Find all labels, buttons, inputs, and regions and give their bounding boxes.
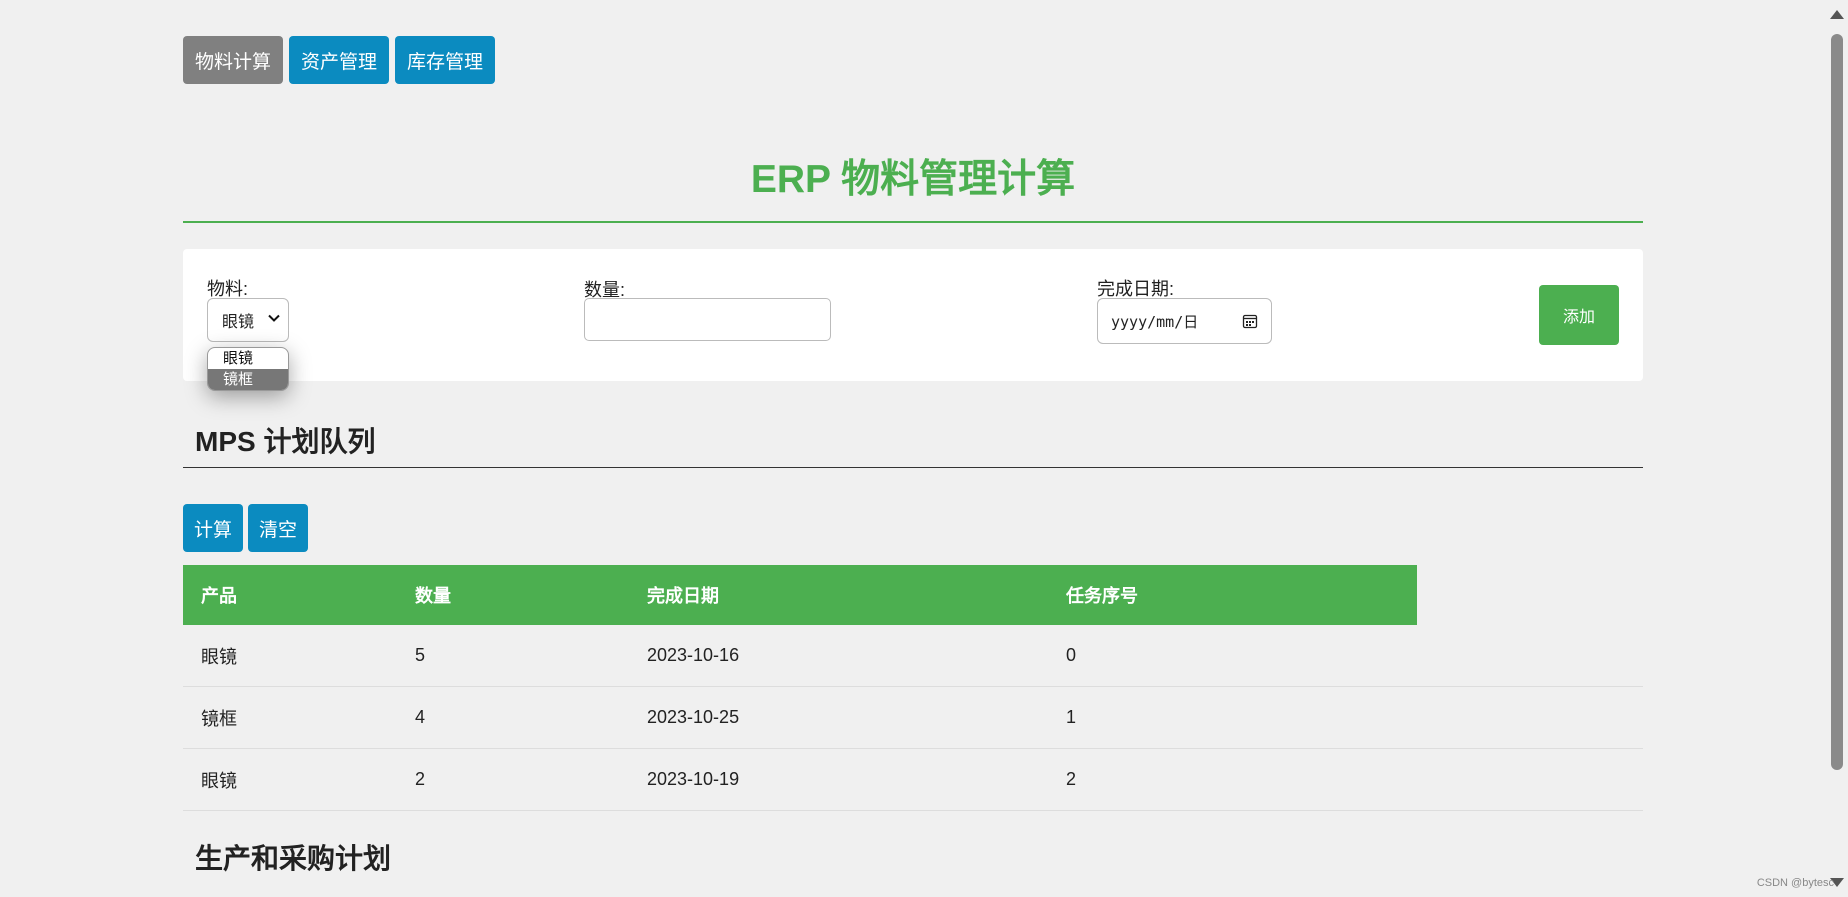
cell-task-id: 2 <box>1066 769 1077 789</box>
material-dropdown: 眼镜 镜框 <box>207 347 289 391</box>
cell-due-date: 2023-10-19 <box>647 769 740 789</box>
dropdown-option-frame[interactable]: 镜框 <box>208 369 288 390</box>
date-placeholder: yyyy/mm/日 <box>1111 312 1199 331</box>
mps-actions: 计算 清空 <box>183 504 309 552</box>
material-select[interactable]: 眼镜 <box>207 298 289 342</box>
calendar-icon[interactable] <box>1242 313 1258 329</box>
cell-due-date: 2023-10-16 <box>647 645 740 665</box>
header-product: 产品 <box>201 586 237 606</box>
clear-button[interactable]: 清空 <box>248 504 309 552</box>
cell-product: 眼镜 <box>201 646 237 667</box>
cell-quantity: 5 <box>415 645 426 665</box>
cell-task-id: 0 <box>1066 645 1077 665</box>
add-button[interactable]: 添加 <box>1539 285 1619 345</box>
header-quantity: 数量 <box>415 586 451 606</box>
table-row: 镜框 4 2023-10-25 1 <box>183 687 1643 749</box>
cell-task-id: 1 <box>1066 707 1077 727</box>
mps-divider <box>183 467 1643 468</box>
table-header: 产品 数量 完成日期 任务序号 <box>183 565 1417 625</box>
header-task-id: 任务序号 <box>1066 586 1138 606</box>
watermark: CSDN @bytesc <box>1756 877 1834 889</box>
material-select-value: 眼镜 <box>222 314 255 331</box>
cell-quantity: 4 <box>415 707 426 727</box>
mps-heading: MPS 计划队列 <box>195 426 376 457</box>
nav-inventory-management[interactable]: 库存管理 <box>395 36 496 84</box>
quantity-input[interactable] <box>584 298 831 341</box>
vertical-scrollbar[interactable] <box>1826 0 1848 897</box>
cell-due-date: 2023-10-25 <box>647 707 740 727</box>
cell-quantity: 2 <box>415 769 426 789</box>
nav-material-calc[interactable]: 物料计算 <box>183 36 284 84</box>
date-input[interactable]: yyyy/mm/日 <box>1097 298 1272 344</box>
cell-product: 眼镜 <box>201 770 237 791</box>
nav-asset-management[interactable]: 资产管理 <box>289 36 390 84</box>
plan-heading: 生产和采购计划 <box>195 843 392 874</box>
header-due-date: 完成日期 <box>647 586 719 606</box>
cell-product: 镜框 <box>201 708 237 729</box>
scrollbar-thumb[interactable] <box>1831 34 1843 770</box>
scroll-up-arrow-icon[interactable] <box>1830 10 1844 19</box>
title-divider <box>183 221 1643 223</box>
dropdown-option-glasses[interactable]: 眼镜 <box>208 348 288 369</box>
calculate-button[interactable]: 计算 <box>183 504 244 552</box>
table-row: 眼镜 5 2023-10-16 0 <box>183 625 1643 687</box>
chevron-down-icon <box>268 314 280 322</box>
input-form: 物料: 眼镜 眼镜 镜框 数量: 完成日期: yyyy/mm/日 添加 <box>183 249 1643 391</box>
table-row: 眼镜 2 2023-10-19 2 <box>183 749 1643 811</box>
page-title: ERP 物料管理计算 <box>750 158 1076 201</box>
top-nav: 物料计算 资产管理 库存管理 <box>183 36 496 84</box>
mps-table: 产品 数量 完成日期 任务序号 眼镜 5 2023-10-16 0 镜框 4 2… <box>183 565 1643 811</box>
